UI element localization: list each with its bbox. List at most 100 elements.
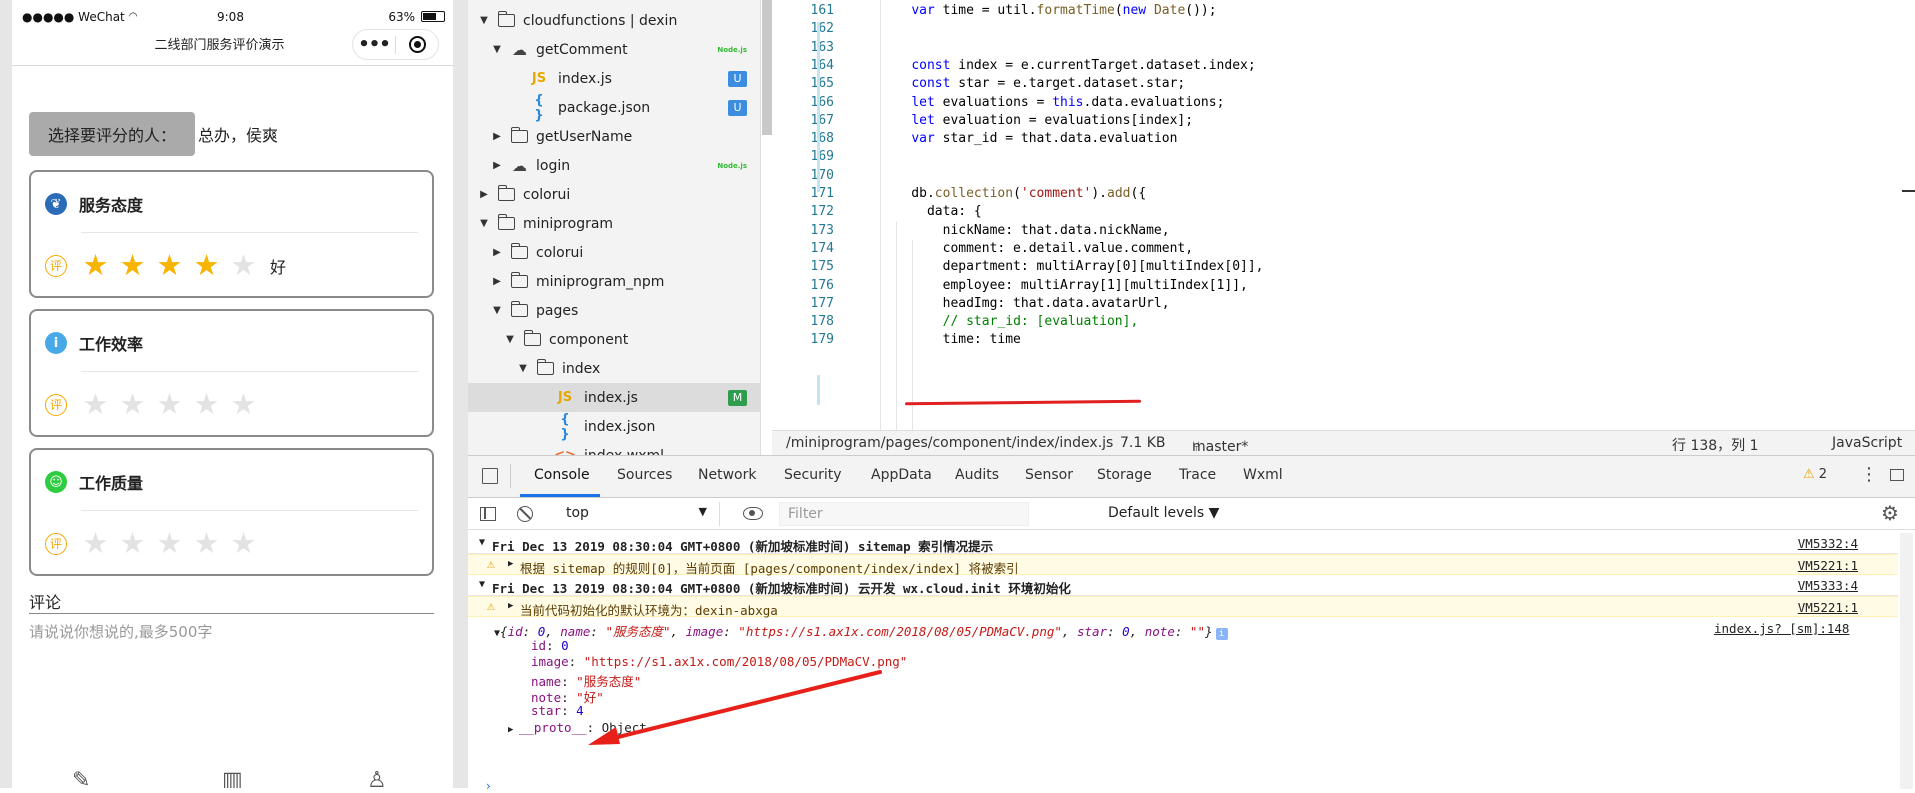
source-link[interactable]: VM5332:4 xyxy=(1798,536,1858,551)
object-proto[interactable]: ▶ __proto__: Object xyxy=(508,720,647,735)
console-scrollbar[interactable] xyxy=(1900,533,1913,789)
cursor-position[interactable]: 行 138，列 1 xyxy=(1672,435,1759,455)
code-line[interactable]: const index = e.currentTarget.dataset.in… xyxy=(880,58,1255,73)
person-picker[interactable]: 选择要评分的人： 总办，侯爽 xyxy=(29,112,278,156)
expand-caret-icon[interactable]: ▼ xyxy=(491,305,503,316)
expand-caret-icon[interactable]: ▼ xyxy=(491,44,503,55)
source-link[interactable]: VM5333:4 xyxy=(1798,578,1858,593)
edit-tab-icon[interactable]: ✎ xyxy=(72,768,90,788)
file-tree-item[interactable]: ▼ miniprogram xyxy=(468,209,760,238)
devtools-tab-trace[interactable]: Trace xyxy=(1179,467,1216,483)
expand-caret-icon[interactable]: ▼ xyxy=(479,579,485,590)
file-explorer-scrollbar[interactable] xyxy=(762,0,772,135)
star-icon[interactable]: ★ xyxy=(151,529,188,558)
expand-caret-icon[interactable]: ▼ xyxy=(479,537,485,548)
devtools-tab-console[interactable]: Console xyxy=(534,467,590,483)
code-line[interactable]: department: multiArray[0][multiIndex[0]]… xyxy=(880,259,1264,274)
log-levels-dropdown[interactable]: Default levels ▼ xyxy=(1108,505,1219,521)
star-icon[interactable]: ★ xyxy=(114,390,151,419)
show-sidebar-icon[interactable] xyxy=(480,507,496,521)
clear-console-icon[interactable] xyxy=(517,506,533,522)
star-icon[interactable]: ★ xyxy=(114,251,151,280)
star-icon[interactable]: ★ xyxy=(151,251,188,280)
code-line[interactable]: employee: multiArray[1][multiIndex[1]], xyxy=(880,278,1248,293)
collapse-caret-icon[interactable]: ▶ xyxy=(491,247,503,258)
inspect-element-icon[interactable] xyxy=(482,468,498,484)
devtools-tab-audits[interactable]: Audits xyxy=(955,467,999,483)
console-prompt-icon[interactable]: › xyxy=(486,779,491,793)
devtools-tab-sources[interactable]: Sources xyxy=(617,467,672,483)
devtools-tab-storage[interactable]: Storage xyxy=(1097,467,1152,483)
code-line[interactable]: let evaluation = evaluations[index]; xyxy=(880,113,1193,128)
collapse-caret-icon[interactable]: ▶ xyxy=(508,601,513,611)
code-line[interactable]: time: time xyxy=(880,332,1021,347)
info-icon[interactable]: i xyxy=(1215,628,1228,640)
star-icon[interactable]: ★ xyxy=(188,529,225,558)
file-tree-item[interactable]: ▼ component xyxy=(468,325,760,354)
chart-tab-icon[interactable]: ▥ xyxy=(222,768,243,788)
devtools-tab-appdata[interactable]: AppData xyxy=(871,467,932,483)
star-icon[interactable]: ★ xyxy=(225,529,262,558)
star-icon[interactable]: ★ xyxy=(77,251,114,280)
file-tree-item[interactable]: ▼ pages xyxy=(468,296,760,325)
file-tree-item[interactable]: ▼ index xyxy=(468,354,760,383)
file-tree-item[interactable]: { } package.json U xyxy=(468,93,760,123)
collapse-caret-icon[interactable]: ▶ xyxy=(491,160,503,171)
star-icon[interactable]: ★ xyxy=(114,529,151,558)
file-tree-item[interactable]: { } index.json xyxy=(468,412,760,442)
close-mini-program-button[interactable] xyxy=(396,36,438,53)
expand-caret-icon[interactable]: ▼ xyxy=(478,218,490,229)
file-tree-item[interactable]: JS index.js M xyxy=(468,383,760,412)
picker-button[interactable]: 选择要评分的人： xyxy=(29,112,195,156)
comment-input[interactable]: 请说说你想说的,最多500字 xyxy=(29,621,212,642)
devtools-tab-security[interactable]: Security xyxy=(784,467,842,483)
star-icon[interactable]: ★ xyxy=(188,251,225,280)
console-group-header[interactable]: ▼ Fri Dec 13 2019 08:30:04 GMT+0800 (新加坡标… xyxy=(468,533,1898,554)
collapse-caret-icon[interactable]: ▶ xyxy=(478,189,490,200)
code-line[interactable]: headImg: that.data.avatarUrl, xyxy=(880,296,1170,311)
code-line[interactable]: nickName: that.data.nickName, xyxy=(880,223,1170,238)
star-icon[interactable]: ★ xyxy=(225,390,262,419)
file-tree-item[interactable]: ▶ colorui xyxy=(468,238,760,267)
console-filter-input[interactable]: Filter xyxy=(779,502,1029,526)
language-mode[interactable]: JavaScript xyxy=(1832,435,1902,451)
console-settings-icon[interactable]: ⚙ xyxy=(1881,501,1899,525)
warning-counter[interactable]: ⚠ 2 xyxy=(1803,467,1827,482)
console-warning-row[interactable]: ⚠ ▶ 当前代码初始化的默认环境为：dexin-abxga VM5221:1 xyxy=(468,596,1898,618)
devtools-tab-sensor[interactable]: Sensor xyxy=(1025,467,1073,483)
file-tree-item[interactable]: ▶ getUserName xyxy=(468,122,760,151)
source-link[interactable]: VM5221:1 xyxy=(1798,600,1858,615)
star-icon[interactable]: ★ xyxy=(188,390,225,419)
expand-caret-icon[interactable]: ▼ xyxy=(504,334,516,345)
file-tree-item[interactable]: ▶ ☁ login Node.js xyxy=(468,151,760,180)
more-menu-button[interactable]: ••• xyxy=(353,34,395,55)
code-line[interactable]: const star = e.target.dataset.star; xyxy=(880,76,1185,91)
file-tree-item[interactable]: JS index.js U xyxy=(468,64,760,93)
file-tree-item[interactable]: ▼ ☁ getComment Node.js xyxy=(468,35,760,64)
code-line[interactable]: // star_id: [evaluation], xyxy=(880,314,1139,329)
code-line[interactable]: let evaluations = this.data.evaluations; xyxy=(880,95,1224,110)
collapse-caret-icon[interactable]: ▶ xyxy=(491,131,503,142)
source-link[interactable]: VM5221:1 xyxy=(1798,558,1858,573)
collapse-caret-icon[interactable]: ▶ xyxy=(491,276,503,287)
source-link[interactable]: index.js? [sm]:148 xyxy=(1714,621,1849,636)
file-tree-item[interactable]: ▶ miniprogram_npm xyxy=(468,267,760,296)
star-icon[interactable]: ★ xyxy=(77,390,114,419)
devtools-tab-network[interactable]: Network xyxy=(698,467,756,483)
file-tree-item[interactable]: ▼ cloudfunctions | dexin xyxy=(468,6,760,35)
user-tab-icon[interactable]: ♙ xyxy=(367,768,387,788)
live-expression-eye-icon[interactable] xyxy=(743,507,763,520)
collapse-caret-icon[interactable]: ▶ xyxy=(508,559,513,569)
file-tree-item[interactable]: ▶ colorui xyxy=(468,180,760,209)
code-editor[interactable]: 161 162 163 164 165 166 167 168 169 170 171 172 173 1… xyxy=(772,0,1915,430)
file-tree-item[interactable]: <> index.wxml xyxy=(468,441,760,456)
context-selector[interactable]: top ▼ xyxy=(558,502,720,526)
object-summary[interactable]: ▼{id: 0, name: "服务态度", image: "https://s… xyxy=(494,621,1228,640)
code-line[interactable]: var star_id = that.data.evaluation xyxy=(880,131,1177,146)
expand-caret-icon[interactable]: ▼ xyxy=(517,363,529,374)
expand-caret-icon[interactable]: ▼ xyxy=(478,15,490,26)
collapse-caret-icon[interactable]: ▶ xyxy=(508,725,519,735)
console-warning-row[interactable]: ⚠ ▶ 根据 sitemap 的规则[0]，当前页面 [pages/componen… xyxy=(468,554,1898,576)
more-options-icon[interactable]: ⋮ xyxy=(1860,464,1878,485)
code-line[interactable]: data: { xyxy=(880,204,982,219)
